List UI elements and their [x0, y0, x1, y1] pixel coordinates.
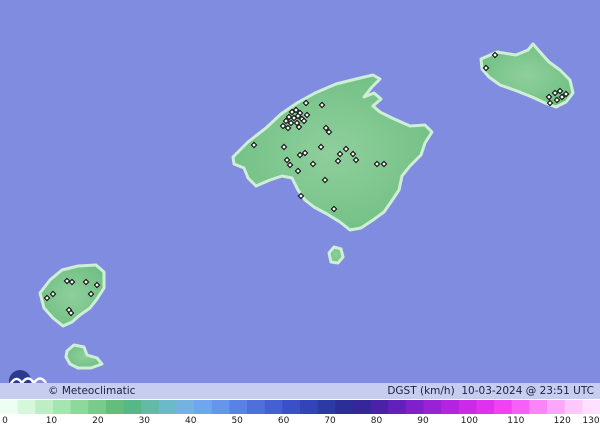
scale-swatch: [423, 400, 442, 414]
credit-text: © Meteoclimatic: [48, 385, 136, 397]
scale-swatch: [494, 400, 513, 414]
scale-swatch: [476, 400, 495, 414]
scale-swatch: [370, 400, 389, 414]
scale-tick-label: 60: [277, 416, 290, 426]
map-viewport: © Meteoclimatic DGST (km/h) 10-03-2024 @…: [0, 0, 600, 435]
scale-swatch: [52, 400, 72, 414]
scale-swatch: [70, 400, 89, 414]
color-scale-bar: [0, 400, 600, 414]
info-bar: © Meteoclimatic DGST (km/h) 10-03-2024 @…: [0, 383, 600, 399]
scale-swatch: [529, 400, 548, 414]
scale-swatch: [352, 400, 372, 414]
scale-swatch: [335, 400, 354, 414]
color-scale-labels: 0 10 20 30 40 50 60 70 80 90 100 110 120 130: [0, 416, 600, 430]
scale-swatch: [88, 400, 107, 414]
scale-tick-label: 90: [417, 416, 429, 426]
map-metadata: DGST (km/h) 10-03-2024 @ 23:51 UTC: [387, 383, 594, 399]
scale-swatch: [511, 400, 531, 414]
time-label: 23:51 UTC: [539, 385, 594, 397]
variable-label: DGST (km/h): [387, 385, 455, 397]
scale-swatch: [547, 400, 566, 414]
scale-swatch: [0, 400, 19, 414]
scale-tick-label: 30: [138, 416, 151, 426]
scale-swatch: [300, 400, 319, 414]
scale-swatch: [194, 400, 213, 414]
scale-swatch: [582, 400, 600, 414]
scale-swatch: [458, 400, 478, 414]
cabrera-island: [327, 245, 345, 265]
scale-swatch: [105, 400, 125, 414]
scale-swatch: [405, 400, 425, 414]
scale-swatch: [564, 400, 583, 414]
scale-swatch: [211, 400, 231, 414]
scale-tick-label: 50: [231, 416, 243, 426]
scale-tick-label: 40: [185, 416, 197, 426]
balearic-islands-map: [0, 0, 600, 435]
scale-tick-label: 20: [92, 416, 104, 426]
map-footer: © Meteoclimatic DGST (km/h) 10-03-2024 @…: [0, 383, 600, 435]
scale-tick-label: 130: [582, 416, 600, 426]
scale-tick-label: 120: [553, 416, 571, 426]
scale-swatch: [247, 400, 266, 414]
scale-swatch: [264, 400, 283, 414]
scale-swatch: [176, 400, 195, 414]
scale-swatch: [229, 400, 248, 414]
scale-swatch: [158, 400, 178, 414]
at-sign: @: [525, 385, 537, 397]
scale-swatch: [35, 400, 54, 414]
scale-tick-label: 0: [2, 416, 8, 426]
date-label: 10-03-2024: [461, 385, 523, 397]
scale-swatch: [141, 400, 160, 414]
scale-swatch: [282, 400, 301, 414]
scale-swatch: [17, 400, 36, 414]
scale-swatch: [441, 400, 460, 414]
scale-swatch: [123, 400, 142, 414]
scale-tick-label: 110: [507, 416, 525, 426]
scale-tick-label: 100: [460, 416, 478, 426]
scale-tick-label: 10: [45, 416, 58, 426]
scale-tick-label: 80: [370, 416, 383, 426]
scale-swatch: [317, 400, 336, 414]
scale-swatch: [388, 400, 407, 414]
scale-tick-label: 70: [324, 416, 336, 426]
